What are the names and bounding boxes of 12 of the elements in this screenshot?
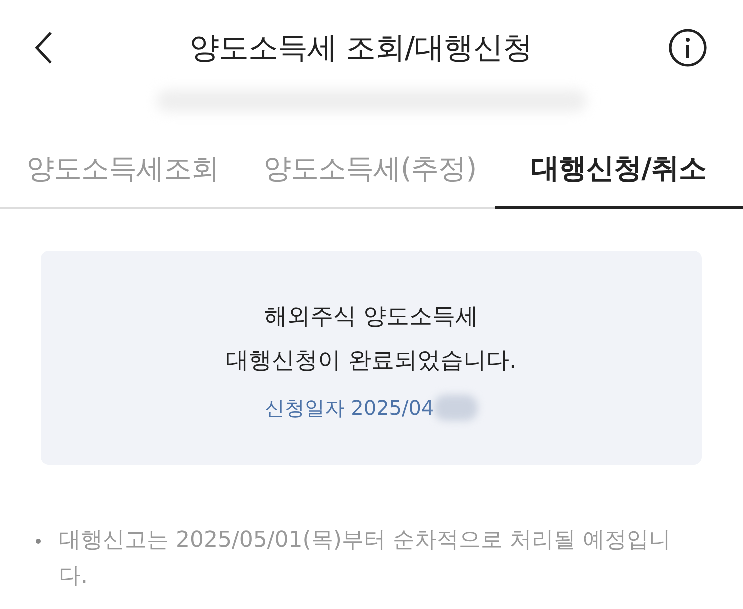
info-icon[interactable] xyxy=(668,28,708,68)
result-message: 해외주식 양도소득세 xyxy=(264,302,479,332)
tab[interactable]: 양도소득세조회 xyxy=(0,140,245,209)
tab[interactable]: 양도소득세(추정) xyxy=(245,140,495,209)
tab[interactable]: 대행신청/취소 xyxy=(495,140,743,209)
page-title: 양도소득세 조회/대행신청 xyxy=(189,30,533,68)
result-message: 대행신청이 완료되었습니다. xyxy=(226,346,517,376)
redaction-blur xyxy=(434,395,478,421)
application-date: 신청일자 2025/04 xyxy=(264,394,434,422)
bullet-icon xyxy=(36,539,41,544)
back-icon[interactable] xyxy=(34,31,54,65)
note-text: 대행신고는 2025/05/01(목)부터 순차적으로 처리될 예정입니다. xyxy=(59,527,672,591)
